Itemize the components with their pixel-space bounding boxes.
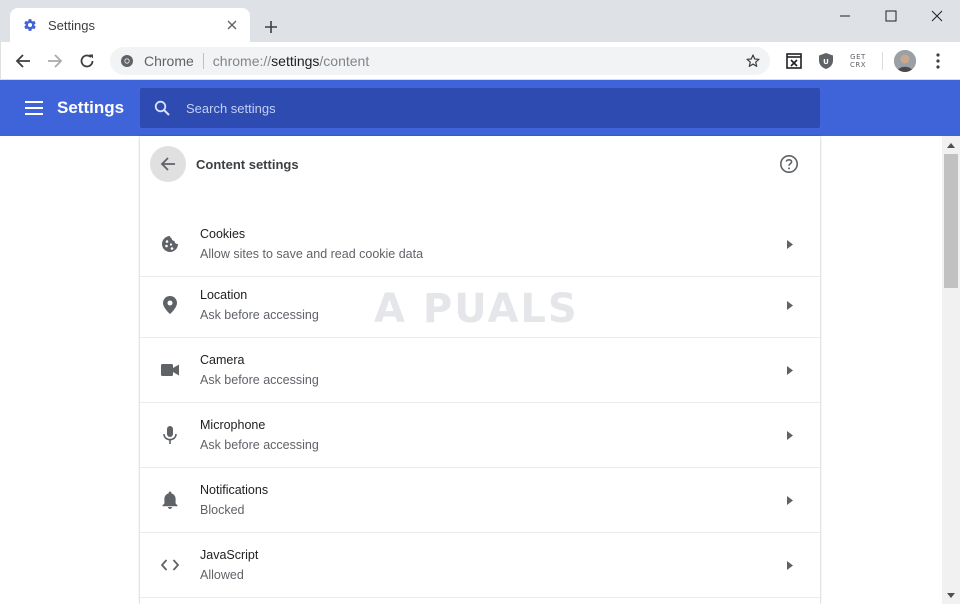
gear-icon bbox=[22, 17, 38, 33]
search-input[interactable]: Search settings bbox=[140, 88, 820, 128]
bookmark-star-icon[interactable] bbox=[744, 52, 762, 70]
row-title: Cookies bbox=[200, 227, 246, 241]
settings-row-notifications[interactable]: Notifications Blocked bbox=[140, 468, 820, 533]
page-title: Content settings bbox=[196, 157, 299, 172]
search-placeholder: Search settings bbox=[186, 100, 276, 116]
row-description: Allow sites to save and read cookie data bbox=[200, 247, 424, 261]
row-text: Camera Ask before accessing bbox=[200, 352, 319, 388]
chevron-right-icon bbox=[785, 365, 795, 375]
browser-toolbar: Chrome chrome://settings/content U GET C… bbox=[0, 42, 960, 80]
maximize-button[interactable] bbox=[868, 0, 914, 32]
row-text: Microphone Ask before accessing bbox=[200, 417, 319, 453]
maximize-icon bbox=[885, 10, 897, 22]
window-close-button[interactable] bbox=[914, 0, 960, 32]
row-text: JavaScript Allowed bbox=[200, 547, 258, 583]
cookie-icon bbox=[160, 234, 180, 254]
reload-button[interactable] bbox=[74, 48, 100, 74]
card-header: Content settings bbox=[140, 136, 820, 196]
settings-row-location[interactable]: Location Ask before accessing bbox=[140, 273, 820, 338]
crx-line-2: CRX bbox=[849, 61, 867, 69]
arrow-right-icon bbox=[48, 54, 63, 68]
arrow-left-icon bbox=[160, 157, 175, 171]
microphone-icon bbox=[160, 425, 180, 445]
url-scheme: chrome:// bbox=[212, 53, 272, 69]
minimize-icon bbox=[840, 15, 850, 17]
site-label: Chrome bbox=[144, 53, 194, 69]
row-description: Allowed bbox=[200, 568, 244, 582]
main-menu-button[interactable] bbox=[22, 96, 46, 120]
profile-avatar[interactable] bbox=[894, 50, 916, 72]
row-description: Blocked bbox=[200, 503, 245, 517]
settings-title: Settings bbox=[57, 98, 125, 117]
search-icon bbox=[153, 99, 171, 117]
toolbar-divider bbox=[882, 52, 883, 70]
help-icon bbox=[780, 155, 798, 173]
scroll-down-arrow-icon[interactable] bbox=[946, 590, 956, 600]
content-settings-card: Content settings Cookies Allow sites to … bbox=[140, 136, 820, 604]
scroll-up-arrow-icon[interactable] bbox=[946, 140, 956, 150]
arrow-left-icon bbox=[15, 54, 30, 68]
close-icon[interactable] bbox=[224, 17, 240, 33]
address-bar[interactable]: Chrome chrome://settings/content bbox=[110, 47, 770, 75]
help-button[interactable] bbox=[779, 154, 799, 174]
row-description: Ask before accessing bbox=[200, 373, 319, 387]
close-icon bbox=[931, 10, 943, 22]
extension-ublock-button[interactable]: U bbox=[813, 48, 839, 74]
settings-row-cookies[interactable]: Cookies Allow sites to save and read coo… bbox=[140, 212, 820, 277]
tab-title: Settings bbox=[48, 17, 95, 33]
chevron-right-icon bbox=[785, 560, 795, 570]
location-pin-icon bbox=[160, 295, 180, 315]
page-scrollbar[interactable] bbox=[942, 136, 960, 604]
window-x-icon bbox=[786, 53, 802, 69]
shield-icon: U bbox=[819, 53, 833, 69]
minimize-button[interactable] bbox=[822, 0, 868, 32]
row-title: Camera bbox=[200, 353, 245, 367]
settings-row-microphone[interactable]: Microphone Ask before accessing bbox=[140, 403, 820, 468]
row-text: Notifications Blocked bbox=[200, 482, 268, 518]
hamburger-icon bbox=[25, 101, 43, 115]
tab-settings[interactable]: Settings bbox=[10, 8, 250, 42]
row-title: Microphone bbox=[200, 418, 266, 432]
chevron-right-icon bbox=[785, 300, 795, 310]
extension-close-tabs-button[interactable] bbox=[781, 48, 807, 74]
row-text: Location Ask before accessing bbox=[200, 287, 319, 323]
svg-text:U: U bbox=[823, 58, 829, 66]
settings-header: Settings Search settings bbox=[0, 80, 960, 136]
more-vert-icon bbox=[936, 53, 940, 69]
row-title: Location bbox=[200, 288, 248, 302]
reload-icon bbox=[80, 54, 94, 68]
code-brackets-icon bbox=[160, 555, 180, 575]
chevron-right-icon bbox=[785, 430, 795, 440]
chrome-menu-button[interactable] bbox=[925, 48, 951, 74]
address-separator bbox=[202, 53, 204, 69]
chevron-right-icon bbox=[785, 495, 795, 505]
bell-icon bbox=[160, 490, 180, 510]
url-host: settings bbox=[271, 53, 320, 69]
back-button[interactable] bbox=[10, 48, 36, 74]
crx-icon: GET CRX bbox=[850, 53, 866, 69]
person-icon bbox=[894, 50, 916, 72]
row-description: Ask before accessing bbox=[200, 438, 319, 452]
url-path: /content bbox=[319, 53, 370, 69]
chrome-icon bbox=[120, 54, 134, 68]
row-title: Notifications bbox=[200, 483, 269, 497]
row-description: Ask before accessing bbox=[200, 308, 319, 322]
back-to-privacy-button[interactable] bbox=[150, 146, 186, 182]
row-text: Cookies Allow sites to save and read coo… bbox=[200, 226, 423, 262]
forward-button[interactable] bbox=[42, 48, 68, 74]
crx-line-1: GET bbox=[850, 53, 866, 61]
new-tab-button[interactable] bbox=[260, 16, 282, 38]
chevron-right-icon bbox=[785, 239, 795, 249]
camera-icon bbox=[160, 360, 180, 380]
row-title: JavaScript bbox=[200, 548, 259, 562]
scrollbar-thumb[interactable] bbox=[944, 154, 958, 288]
extension-get-crx-button[interactable]: GET CRX bbox=[845, 48, 871, 74]
plus-icon bbox=[265, 21, 277, 33]
url-text: chrome://settings/content bbox=[213, 53, 369, 69]
settings-row-javascript[interactable]: JavaScript Allowed bbox=[140, 533, 820, 598]
settings-row-camera[interactable]: Camera Ask before accessing bbox=[140, 338, 820, 403]
tab-strip: Settings bbox=[0, 0, 960, 42]
